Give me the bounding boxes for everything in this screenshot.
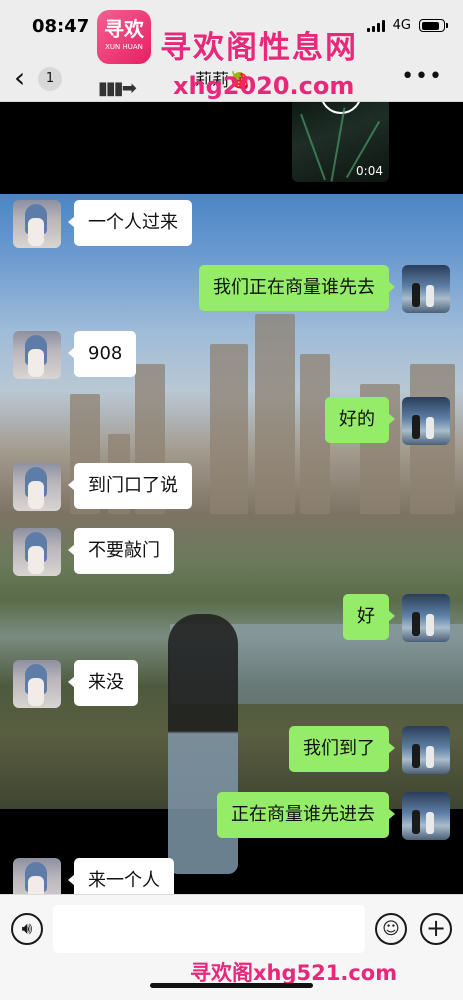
watermark-arrow-icon: ▮▮▮➡: [98, 78, 137, 99]
avatar[interactable]: [13, 200, 61, 248]
network-label: 4G: [392, 18, 411, 33]
avatar[interactable]: [13, 660, 61, 708]
signal-icon: [366, 19, 385, 32]
video-duration: 0:04: [356, 164, 383, 178]
watermark-name: 寻欢阁性息网: [160, 30, 358, 66]
message-row: 我们正在商量谁先去: [199, 265, 450, 313]
unread-count-badge[interactable]: 1: [38, 67, 62, 91]
message-row: 到门口了说: [13, 463, 192, 511]
play-icon: [320, 102, 362, 114]
message-bubble[interactable]: 好: [343, 594, 395, 640]
more-dots-icon[interactable]: •••: [401, 64, 443, 89]
message-bubble[interactable]: 好的: [325, 397, 395, 443]
message-row: 908: [13, 331, 137, 379]
input-bar: 🔊︎ ☺ + 寻欢阁xhg521.com: [0, 894, 463, 1000]
message-row: 来一个人: [13, 858, 174, 894]
avatar[interactable]: [402, 726, 450, 774]
avatar[interactable]: [402, 792, 450, 840]
message-row: 我们到了: [289, 726, 450, 774]
avatar[interactable]: [13, 331, 61, 379]
message-row: 一个人过来: [13, 200, 192, 248]
message-bubble[interactable]: 来没: [68, 660, 138, 706]
chevron-left-icon[interactable]: ‹: [14, 64, 25, 92]
avatar[interactable]: [402, 397, 450, 445]
message-row: 不要敲门: [13, 528, 174, 576]
message-bubble[interactable]: 一个人过来: [68, 200, 192, 246]
message-row: 好的: [325, 397, 450, 445]
chat-area[interactable]: 0:04 一个人过来 我们正在商量谁先去 908 好的 到门口了说 不要敲门 好…: [0, 102, 463, 894]
status-time: 08:47: [32, 16, 90, 37]
avatar[interactable]: [402, 265, 450, 313]
message-row: 正在商量谁先进去: [217, 792, 450, 840]
watermark-logo: 寻欢 XUN HUAN: [97, 10, 151, 64]
avatar[interactable]: [13, 858, 61, 894]
status-indicators: 4G: [366, 18, 448, 33]
avatar[interactable]: [402, 594, 450, 642]
avatar[interactable]: [13, 528, 61, 576]
message-bubble[interactable]: 正在商量谁先进去: [217, 792, 395, 838]
message-bubble[interactable]: 来一个人: [68, 858, 174, 894]
battery-icon: [419, 19, 448, 32]
message-bubble[interactable]: 我们正在商量谁先去: [199, 265, 395, 311]
message-row: 来没: [13, 660, 138, 708]
home-indicator: [150, 983, 313, 988]
video-message[interactable]: 0:04: [292, 102, 389, 182]
message-bubble[interactable]: 到门口了说: [68, 463, 192, 509]
voice-icon[interactable]: 🔊︎: [11, 913, 43, 945]
message-bubble[interactable]: 不要敲门: [68, 528, 174, 574]
message-bubble[interactable]: 908: [67, 331, 137, 377]
plus-icon[interactable]: +: [420, 913, 452, 945]
message-row: 好: [343, 594, 450, 642]
message-input[interactable]: [53, 905, 365, 953]
watermark-url: xhg2020.com: [173, 72, 355, 100]
avatar[interactable]: [13, 463, 61, 511]
emoji-icon[interactable]: ☺: [375, 913, 407, 945]
message-bubble[interactable]: 我们到了: [289, 726, 395, 772]
